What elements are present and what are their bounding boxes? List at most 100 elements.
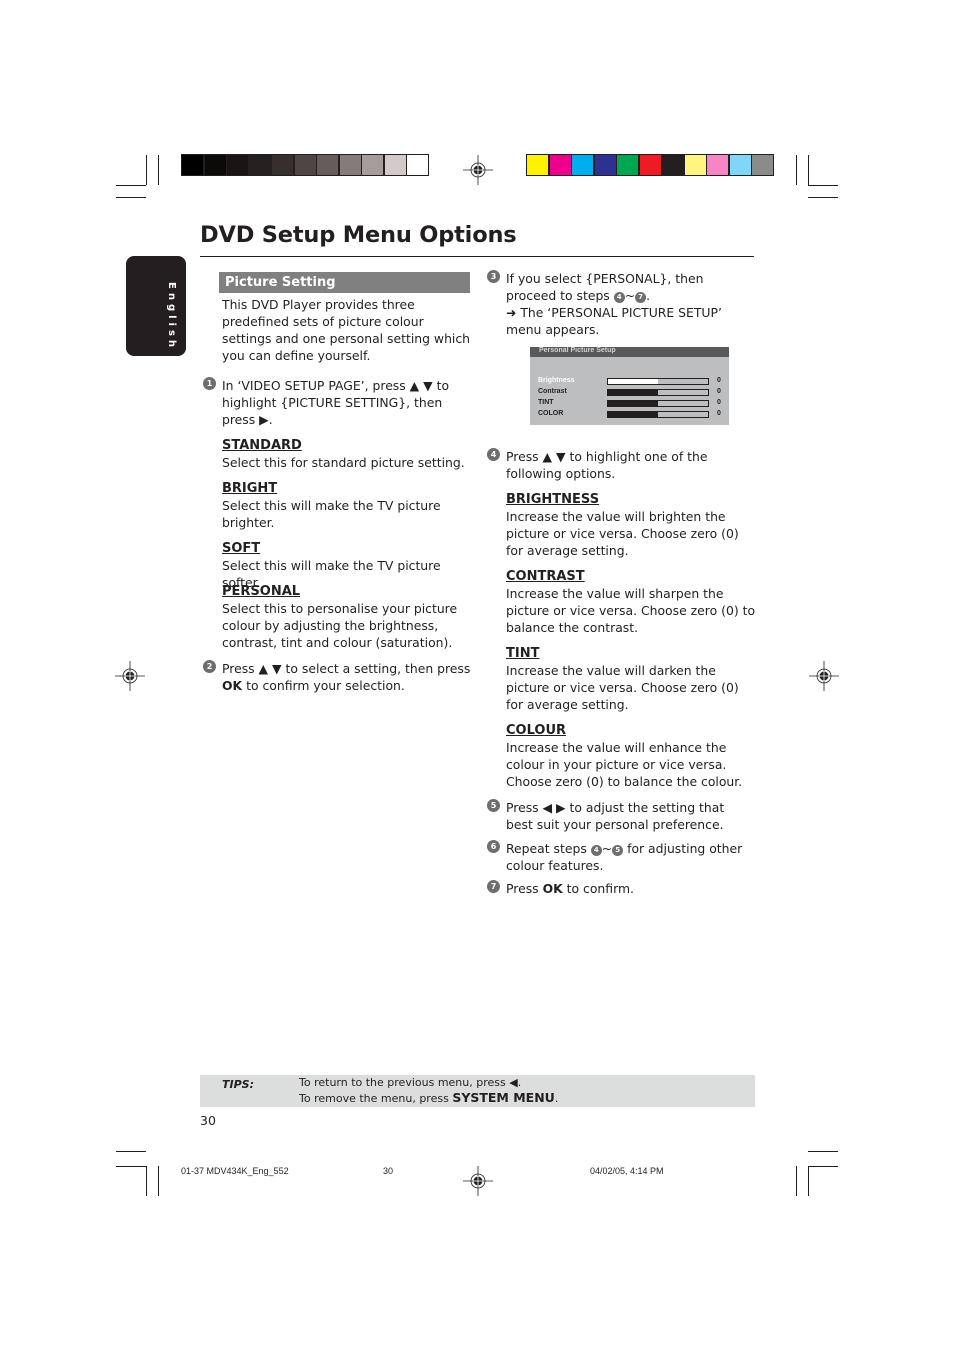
grayscale-swatch <box>339 155 361 175</box>
option-description: Select this to personalise your picture … <box>222 601 458 650</box>
step-7-post: to confirm. <box>562 881 634 896</box>
grayscale-swatch <box>227 155 248 175</box>
step-2-post: to confirm your selection. <box>242 678 405 693</box>
step-6-pre: Repeat steps <box>506 841 591 856</box>
color-swatch <box>707 155 728 175</box>
crop-mark <box>796 1166 797 1196</box>
option-standard: STANDARD Select this for standard pictur… <box>222 437 474 471</box>
osd-slider[interactable] <box>607 411 709 418</box>
grayscale-swatch <box>182 155 203 175</box>
crop-mark <box>808 1166 838 1167</box>
footer-page: 30 <box>383 1166 394 1176</box>
step-6-text: Repeat steps 4 ~5 for adjusting other col… <box>506 840 751 874</box>
crop-mark <box>146 155 147 185</box>
registration-mark-icon <box>809 661 839 691</box>
page-number: 30 <box>200 1113 216 1128</box>
personal-picture-setup-osd: Personal Picture Setup Brightness 0 Contra… <box>530 347 729 425</box>
grayscale-swatch <box>249 155 271 175</box>
grayscale-swatch <box>384 155 406 175</box>
osd-row-tint[interactable]: TINT 0 <box>538 399 723 409</box>
step-5-text: Press ◀ ▶ to adjust the setting that bes… <box>506 800 725 832</box>
color-swatch <box>662 155 683 175</box>
grayscale-swatch <box>407 155 428 175</box>
option-heading: STANDARD <box>222 438 302 453</box>
crop-mark <box>158 1166 159 1196</box>
option-tint: TINT Increase the value will darken the … <box>506 645 756 713</box>
color-swatch <box>549 155 571 175</box>
option-description: Increase the value will enhance the colo… <box>506 740 743 789</box>
crop-mark <box>808 1166 809 1196</box>
option-heading: TINT <box>506 646 540 661</box>
color-swatch <box>594 155 616 175</box>
footer-file-name: 01-37 MDV434K_Eng_552 <box>181 1166 289 1176</box>
osd-slider[interactable] <box>607 389 709 396</box>
option-heading: SOFT <box>222 541 261 556</box>
option-description: Select this for standard picture setting… <box>222 455 465 470</box>
option-description: Select this will make the TV picture bri… <box>222 498 441 530</box>
crop-mark <box>808 197 838 198</box>
osd-row-contrast[interactable]: Contrast 0 <box>538 388 723 398</box>
step-4-text: Press ▲ ▼ to highlight one of the follow… <box>506 449 708 481</box>
crop-mark <box>796 155 797 185</box>
color-swatch <box>572 155 593 175</box>
osd-row-brightness[interactable]: Brightness 0 <box>538 377 723 387</box>
tips-line-2-pre: To remove the menu, press <box>299 1092 453 1105</box>
step-ref-5: 5 <box>612 845 624 856</box>
osd-row-value: 0 <box>717 410 721 417</box>
grayscale-swatch <box>204 155 226 175</box>
grayscale-calibration-bar <box>181 154 429 176</box>
crop-mark <box>146 1166 147 1196</box>
osd-slider[interactable] <box>607 400 709 407</box>
crop-mark <box>808 155 809 185</box>
color-swatch <box>639 155 661 175</box>
osd-row-label: Contrast <box>538 388 567 395</box>
registration-mark-icon <box>115 661 145 691</box>
crop-mark <box>116 1166 146 1167</box>
osd-slider-fill <box>608 390 658 395</box>
option-description: Increase the value will sharpen the pict… <box>506 586 756 635</box>
crop-mark <box>116 197 146 198</box>
step-number-3: 3 <box>487 270 500 283</box>
osd-slider[interactable] <box>607 378 709 385</box>
registration-mark-icon <box>463 1166 493 1196</box>
step-7-text: Press OK to confirm. <box>506 880 751 897</box>
ok-key-label: OK <box>222 678 243 693</box>
osd-slider-fill <box>608 401 658 406</box>
option-heading: BRIGHT <box>222 481 278 496</box>
color-swatch <box>617 155 638 175</box>
crop-mark <box>116 185 146 186</box>
crop-mark <box>808 1151 838 1152</box>
section-header-picture-setting: Picture Setting <box>219 272 470 293</box>
system-menu-key-label: SYSTEM MENU <box>452 1090 555 1105</box>
step-number-5: 5 <box>487 799 500 812</box>
step-7-pre: Press <box>506 881 543 896</box>
tips-box: TIPS: To return to the previous menu, pr… <box>200 1075 755 1107</box>
osd-slider-fill <box>608 379 658 384</box>
step-3-line: If you select {PERSONAL}, then proceed t… <box>506 271 704 303</box>
option-personal: PERSONAL Select this to personalise your… <box>222 583 470 651</box>
tips-line-2: To remove the menu, press SYSTEM MENU. <box>299 1090 558 1107</box>
step-2-text: Press ▲ ▼ to select a setting, then pres… <box>222 660 474 694</box>
grayscale-swatch <box>294 155 316 175</box>
crop-mark <box>158 155 159 185</box>
option-heading: PERSONAL <box>222 584 301 599</box>
crop-mark <box>808 185 838 186</box>
option-brightness: BRIGHTNESS Increase the value will brigh… <box>506 491 756 559</box>
language-tab-label: English <box>166 282 177 352</box>
step-3-text: If you select {PERSONAL}, then proceed t… <box>506 270 754 338</box>
tips-line-1: To return to the previous menu, press ◀. <box>299 1076 522 1089</box>
title-divider <box>200 256 754 257</box>
step-ref-4: 4 <box>613 292 625 303</box>
osd-row-label: TINT <box>538 399 554 406</box>
osd-row-value: 0 <box>717 388 721 395</box>
tips-line-2-post: . <box>554 1092 559 1105</box>
tilde: ~ <box>601 841 613 856</box>
option-colour: COLOUR Increase the value will enhance t… <box>506 722 758 790</box>
step-number-4: 4 <box>487 448 500 461</box>
option-heading: BRIGHTNESS <box>506 492 600 507</box>
osd-row-value: 0 <box>717 399 721 406</box>
tips-label: TIPS: <box>222 1078 254 1091</box>
option-contrast: CONTRAST Increase the value will sharpen… <box>506 568 758 636</box>
osd-row-color[interactable]: COLOR 0 <box>538 410 723 420</box>
grayscale-swatch <box>272 155 293 175</box>
